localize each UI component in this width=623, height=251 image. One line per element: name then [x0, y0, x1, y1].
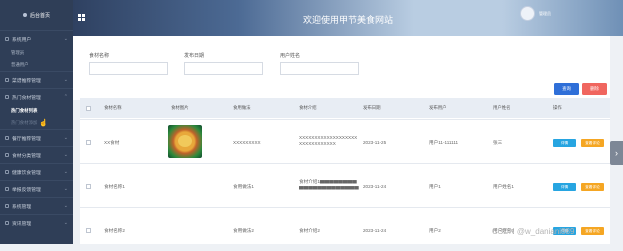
- cell-intro: 食材介绍2: [299, 228, 320, 233]
- menu-label: 热门食材管理: [12, 95, 41, 101]
- menu-label: 资讯管理: [12, 221, 32, 227]
- sidebar-header[interactable]: 后台首页: [0, 0, 73, 30]
- menu-label: 食材分类管理: [12, 153, 41, 159]
- recipe-icon: [5, 78, 9, 82]
- chevron-down-icon: ⌄: [63, 152, 68, 158]
- cell-intro: 食材介绍1▆▆▆▆▆▆▆▆▆▆▆▆▆▆▆▆▆▆▆▆▆: [299, 179, 359, 190]
- menu-label: 健康饮食管理: [12, 170, 41, 176]
- menu-system-users[interactable]: 系统用户 ⌄: [0, 30, 73, 47]
- detail-button[interactable]: 详情: [553, 183, 576, 191]
- cell-name: 食材名称1: [104, 184, 125, 189]
- search-input-username[interactable]: [280, 62, 359, 75]
- food-image: [168, 125, 202, 158]
- search-label-date: 发布日期: [184, 53, 205, 59]
- search-label-username: 用户姓名: [280, 53, 301, 59]
- chevron-down-icon: ⌄: [63, 220, 68, 226]
- sidebar-title: 后台首页: [29, 12, 50, 19]
- top-header: 欢迎使用甲节美食网站 管理员: [73, 0, 623, 36]
- sub-item-users[interactable]: 普通用户: [0, 59, 73, 71]
- cell-user: 用户11-111111: [429, 140, 459, 145]
- menu-label: 菜谱推荐管理: [12, 78, 41, 84]
- pointer-cursor-icon: ☝: [39, 120, 49, 127]
- news-icon: [5, 221, 9, 225]
- menu-system[interactable]: 系统管理 ⌄: [0, 197, 73, 214]
- cell-method: 食用做法2: [233, 228, 254, 233]
- row-checkbox[interactable]: [86, 184, 91, 189]
- menu-label: 系统管理: [12, 204, 32, 210]
- cell-method: 食用做法1: [233, 184, 254, 189]
- search-button[interactable]: 查询: [554, 83, 579, 95]
- menu-news[interactable]: 资讯管理 ⌄: [0, 214, 73, 231]
- report-icon: [5, 187, 9, 191]
- detail-button[interactable]: 详情: [553, 139, 576, 147]
- cell-date: 2023-11-24: [363, 184, 387, 189]
- chevron-down-icon: ⌄: [63, 203, 68, 209]
- cell-intro: XXXXXXXXXXXXXXXXXXXXXXXXXXXXXXX: [299, 135, 358, 146]
- sub-item-hot-ingredient-add[interactable]: 热门食材添加 ☝: [0, 117, 73, 129]
- chevron-down-icon: ⌄: [63, 186, 68, 192]
- menu-hot-ingredients[interactable]: 热门食材管理 ⌃: [0, 88, 73, 105]
- settings-icon: [5, 204, 9, 208]
- search-label-name: 食材名称: [89, 53, 110, 59]
- sidebar: 后台首页 系统用户 ⌄ 管理员 普通用户 菜谱推荐管理 ⌄ 热门食材管理 ⌃ 热…: [0, 0, 73, 244]
- cell-username: 张三: [493, 140, 503, 145]
- select-all-checkbox[interactable]: [86, 106, 91, 111]
- chevron-down-icon: ⌄: [63, 77, 68, 83]
- cell-user: 用户1: [429, 184, 441, 189]
- chevron-down-icon: ⌄: [63, 36, 68, 42]
- watermark: CSDN @w_daniani889: [492, 227, 575, 236]
- chevron-down-icon: ⌄: [63, 169, 68, 175]
- cell-name: 食材名称2: [104, 228, 125, 233]
- sub-item-admins[interactable]: 管理员: [0, 47, 73, 59]
- cell-date: 2023-11-24: [363, 228, 387, 233]
- menu-report-feedback[interactable]: 举报反馈管理 ⌄: [0, 180, 73, 197]
- menu-category[interactable]: 食材分类管理 ⌄: [0, 146, 73, 163]
- search-input-date[interactable]: [184, 62, 263, 75]
- row-checkbox[interactable]: [86, 140, 91, 145]
- scroll-right-arrow-icon[interactable]: ›: [610, 141, 623, 165]
- view-comments-button[interactable]: 查看评论: [581, 183, 604, 191]
- col-header: 用户姓名: [493, 105, 511, 110]
- chevron-down-icon: ⌄: [63, 135, 68, 141]
- users-icon: [5, 37, 9, 41]
- user-name[interactable]: 管理员: [539, 11, 551, 17]
- col-header: 发布日期: [363, 105, 381, 110]
- cell-username: 用户姓名1: [493, 184, 514, 189]
- cell-user: 用户2: [429, 228, 441, 233]
- table-row: XX食材 XXXXXXXXX XXXXXXXXXXXXXXXXXXXXXXXXX…: [80, 119, 610, 163]
- menu-label: 举报反馈管理: [12, 187, 41, 193]
- col-header: 食材介绍: [299, 105, 317, 110]
- menu-restaurant[interactable]: 餐厅推荐管理 ⌄: [0, 129, 73, 146]
- restaurant-icon: [5, 136, 9, 140]
- col-header: 操作: [553, 105, 562, 110]
- menu-healthy-diet[interactable]: 健康饮食管理 ⌄: [0, 163, 73, 180]
- menu-label: 餐厅推荐管理: [12, 136, 41, 142]
- cell-name: XX食材: [104, 140, 120, 145]
- search-input-name[interactable]: [89, 62, 168, 75]
- cell-date: 2023-11-25: [363, 140, 387, 145]
- chevron-up-icon: ⌃: [63, 94, 68, 100]
- col-header: 食材图片: [171, 105, 189, 110]
- col-header: 食用做法: [233, 105, 251, 110]
- avatar[interactable]: [520, 6, 535, 21]
- table-row: 食材名称1 食用做法1 食材介绍1▆▆▆▆▆▆▆▆▆▆▆▆▆▆▆▆▆▆▆▆▆ 2…: [80, 163, 610, 207]
- home-icon: [22, 13, 27, 17]
- ingredients-icon: [5, 95, 9, 99]
- sub-item-label: 热门食材添加: [11, 120, 38, 125]
- view-comments-button[interactable]: 查看评论: [581, 227, 604, 235]
- delete-button[interactable]: 删除: [582, 83, 607, 95]
- view-comments-button[interactable]: 查看评论: [581, 139, 604, 147]
- sub-item-hot-ingredient-list[interactable]: 热门食材列表: [0, 105, 73, 117]
- category-icon: [5, 153, 9, 157]
- col-header: 食材名称: [104, 105, 122, 110]
- data-table: 食材名称 食材图片 食用做法 食材介绍 发布日期 发布用户 用户姓名 操作 XX…: [80, 98, 610, 244]
- table-header: 食材名称 食材图片 食用做法 食材介绍 发布日期 发布用户 用户姓名 操作: [80, 98, 610, 118]
- col-header: 发布用户: [429, 105, 447, 110]
- health-icon: [5, 170, 9, 174]
- menu-recipe-recommend[interactable]: 菜谱推荐管理 ⌄: [0, 71, 73, 88]
- row-checkbox[interactable]: [86, 228, 91, 233]
- search-panel: 食材名称 发布日期 用户姓名: [73, 36, 610, 100]
- cell-method: XXXXXXXXX: [233, 140, 261, 145]
- menu-label: 系统用户: [12, 37, 32, 43]
